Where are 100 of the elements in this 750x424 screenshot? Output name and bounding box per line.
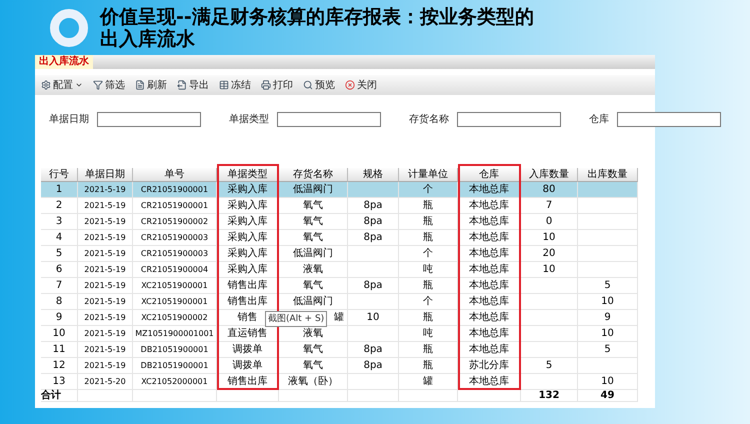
ring-icon xyxy=(50,8,88,46)
table-cell: 低温阀门 xyxy=(279,294,348,310)
table-cell: 瓶 xyxy=(399,342,458,358)
table-cell: 3 xyxy=(41,214,78,230)
column-header[interactable]: 仓库 xyxy=(458,168,521,182)
table-cell: 2021-5-19 xyxy=(78,262,133,278)
table-cell: DB21051900001 xyxy=(133,358,217,374)
column-header[interactable]: 入库数量 xyxy=(521,168,578,182)
table-cell: 本地总库 xyxy=(458,230,521,246)
filter-field[interactable] xyxy=(457,112,561,126)
table-cell xyxy=(521,342,578,358)
table-cell: 7 xyxy=(41,278,78,294)
table-cell: 10 xyxy=(578,326,638,342)
table-cell: 瓶 xyxy=(399,358,458,374)
table-cell: 采购入库 xyxy=(217,198,279,214)
table-cell xyxy=(348,390,399,402)
toolbar-button[interactable]: 刷新 xyxy=(133,78,169,92)
table-cell: XC21051900001 xyxy=(133,278,217,294)
table-cell xyxy=(279,390,348,402)
table-cell: 氧气 xyxy=(279,278,348,294)
table-cell: 本地总库 xyxy=(458,310,521,326)
toolbar-button[interactable]: 关闭 xyxy=(343,78,379,92)
filter-icon xyxy=(93,80,103,90)
table-cell: CR21051900003 xyxy=(133,246,217,262)
column-header[interactable]: 存货名称 xyxy=(279,168,348,182)
window-tab[interactable]: 出入库流水 xyxy=(35,55,93,69)
table-cell: 苏北分库 xyxy=(458,358,521,374)
table-cell: 本地总库 xyxy=(458,342,521,358)
table-cell: 10 xyxy=(521,230,578,246)
table-cell: 本地总库 xyxy=(458,182,521,198)
column-header[interactable]: 单据类型 xyxy=(217,168,279,182)
table-cell xyxy=(521,326,578,342)
filter-field[interactable] xyxy=(277,112,381,126)
table-cell: 5 xyxy=(578,278,638,294)
table-cell xyxy=(348,294,399,310)
table-cell: 本地总库 xyxy=(458,262,521,278)
table-cell: 8pa xyxy=(348,358,399,374)
table-cell: 9 xyxy=(578,310,638,326)
column-header[interactable]: 单号 xyxy=(133,168,217,182)
table-cell: 12 xyxy=(41,358,78,374)
close-icon xyxy=(345,80,355,90)
table-cell: CR21051900003 xyxy=(133,230,217,246)
column-header[interactable]: 出库数量 xyxy=(578,168,638,182)
table-cell: 瓶 xyxy=(399,310,458,326)
table-cell: CR21051900002 xyxy=(133,214,217,230)
table-cell: 5 xyxy=(41,246,78,262)
table-cell: 2021-5-19 xyxy=(78,214,133,230)
table-cell: 1 xyxy=(41,182,78,198)
table-cell: 13 xyxy=(41,374,78,390)
table-cell: 10 xyxy=(578,294,638,310)
filter-field[interactable] xyxy=(97,112,201,126)
filter-field[interactable] xyxy=(617,112,721,126)
toolbar-button[interactable]: 配置 xyxy=(39,78,85,92)
table-cell xyxy=(578,358,638,374)
toolbar-button[interactable]: 导出 xyxy=(175,78,211,92)
table-cell xyxy=(348,182,399,198)
table-cell: 本地总库 xyxy=(458,294,521,310)
table-cell: 氧气 xyxy=(279,342,348,358)
table-cell xyxy=(578,198,638,214)
toolbar-button[interactable]: 预览 xyxy=(301,78,337,92)
table-cell: 5 xyxy=(521,358,578,374)
table-cell xyxy=(578,182,638,198)
table-cell: 采购入库 xyxy=(217,230,279,246)
table-cell: 个 xyxy=(399,246,458,262)
table-cell: XC21051900002 xyxy=(133,310,217,326)
column-header[interactable]: 行号 xyxy=(41,168,78,182)
table-cell: 瓶 xyxy=(399,214,458,230)
table-cell: 8pa xyxy=(348,214,399,230)
table-cell xyxy=(578,230,638,246)
table-cell: 本地总库 xyxy=(458,246,521,262)
table-cell: 2021-5-19 xyxy=(78,230,133,246)
column-header[interactable]: 单据日期 xyxy=(78,168,133,182)
table-cell: 瓶 xyxy=(399,278,458,294)
table-cell: 2021-5-19 xyxy=(78,278,133,294)
table-cell: 氧气 xyxy=(279,214,348,230)
table-cell xyxy=(521,294,578,310)
table-cell: 2021-5-20 xyxy=(78,374,133,390)
table-cell: 8pa xyxy=(348,342,399,358)
table-cell: 2 xyxy=(41,198,78,214)
filter-label: 存货名称 xyxy=(409,113,449,126)
toolbar-button[interactable]: 冻结 xyxy=(217,78,253,92)
table-cell: 80 xyxy=(521,182,578,198)
toolbar-button[interactable]: 打印 xyxy=(259,78,295,92)
toolbar-button[interactable]: 筛选 xyxy=(91,78,127,92)
table-cell: 2021-5-19 xyxy=(78,198,133,214)
total-value: 132 xyxy=(521,390,578,402)
table-cell: 2021-5-19 xyxy=(78,294,133,310)
column-header[interactable]: 计量单位 xyxy=(399,168,458,182)
table-cell: 吨 xyxy=(399,326,458,342)
total-label: 合计 xyxy=(41,390,78,402)
printer-icon xyxy=(261,80,271,90)
table-cell: 8 xyxy=(41,294,78,310)
column-header[interactable]: 规格 xyxy=(348,168,399,182)
table-cell: 采购入库 xyxy=(217,262,279,278)
table-cell xyxy=(521,310,578,326)
table-cell: 采购入库 xyxy=(217,182,279,198)
table-cell: 吨 xyxy=(399,262,458,278)
table-cell: 10 xyxy=(41,326,78,342)
table-cell: 10 xyxy=(521,262,578,278)
table-cell: 采购入库 xyxy=(217,246,279,262)
